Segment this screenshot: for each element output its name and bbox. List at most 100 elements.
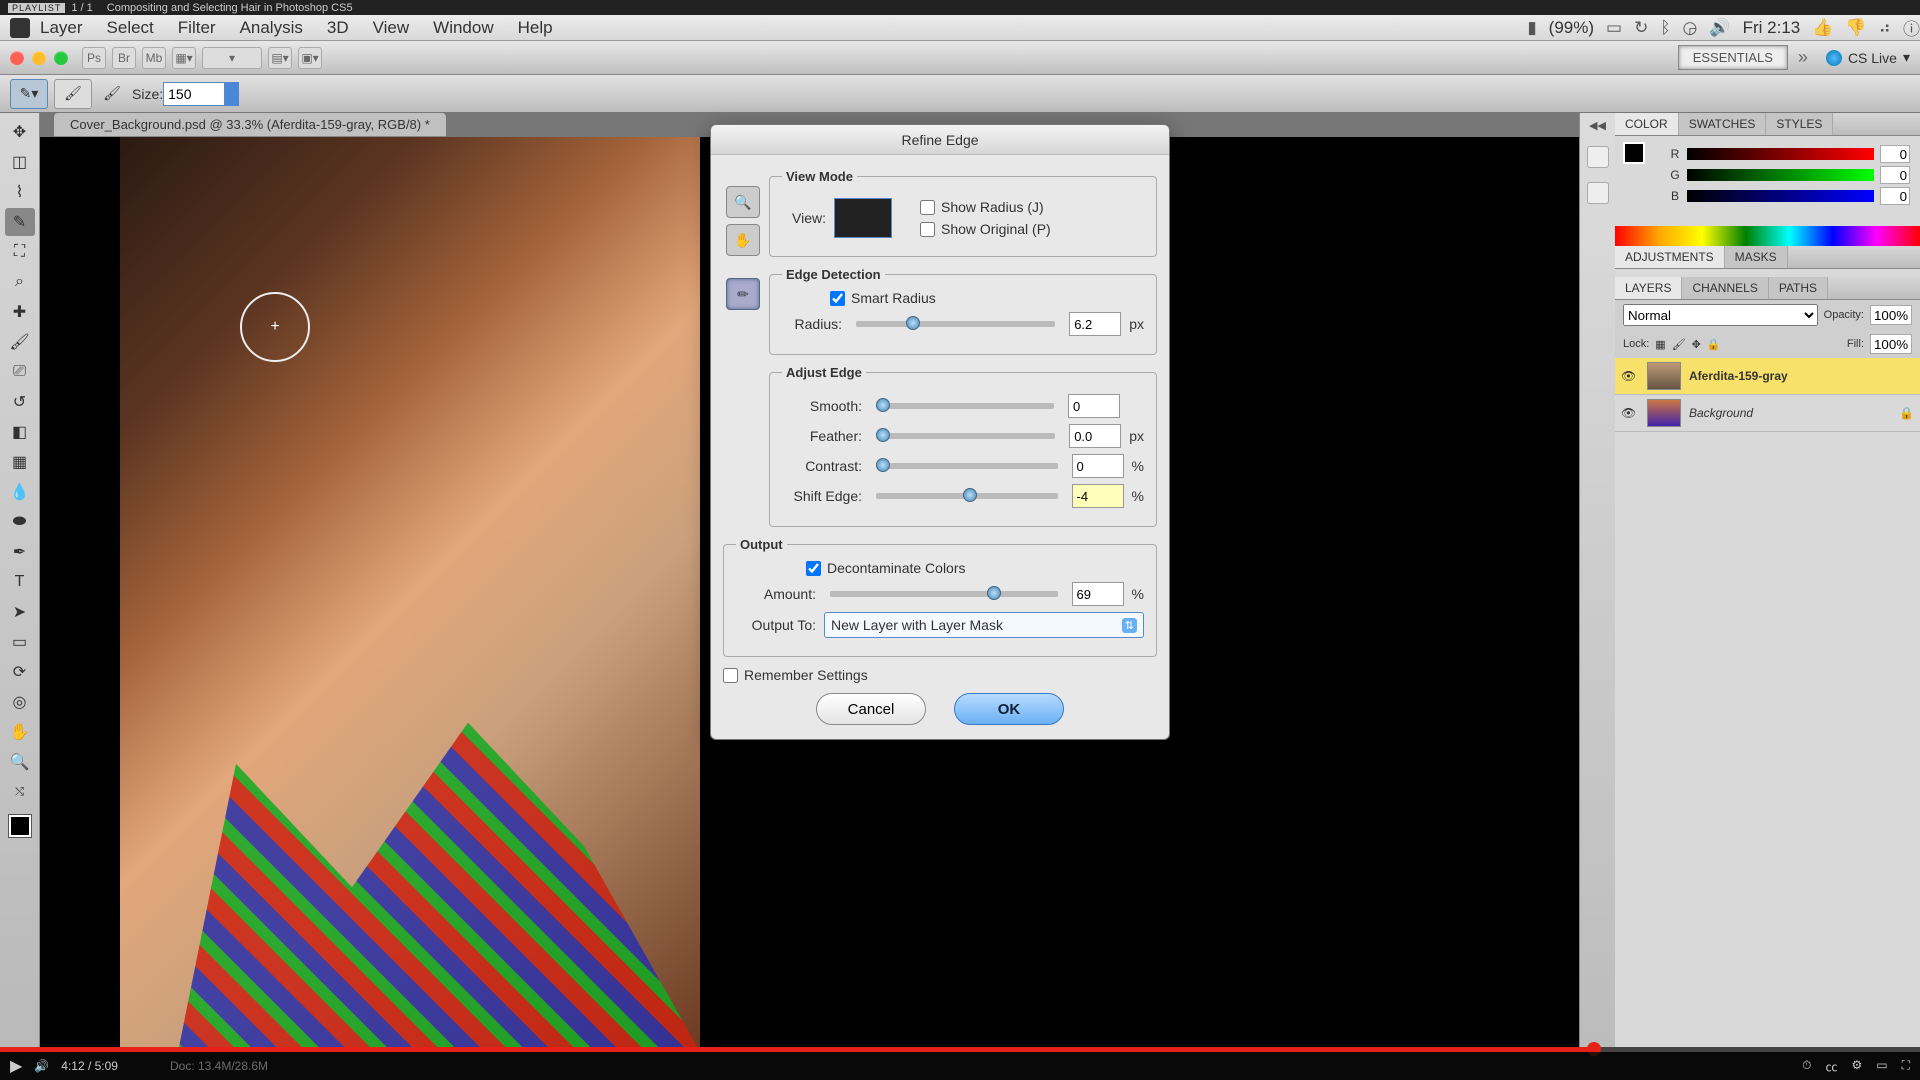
tab-masks[interactable]: MASKS [1725, 246, 1788, 268]
amount-input[interactable] [1072, 582, 1124, 606]
thumbs-down-icon[interactable]: 👎 [1845, 18, 1866, 38]
cancel-button[interactable]: Cancel [816, 693, 926, 725]
amount-slider[interactable] [830, 591, 1058, 597]
menu-filter[interactable]: Filter [178, 18, 216, 38]
contrast-input[interactable] [1072, 454, 1124, 478]
r-slider[interactable] [1687, 148, 1874, 160]
color-spectrum[interactable] [1615, 226, 1920, 246]
theater-mode-button[interactable]: ▭ [1876, 1058, 1887, 1075]
tab-adjustments[interactable]: ADJUSTMENTS [1615, 246, 1725, 268]
visibility-toggle-icon[interactable]: 👁 [1621, 369, 1639, 383]
output-to-select[interactable]: New Layer with Layer Mask ⇅ [824, 612, 1144, 638]
lock-pixels-icon[interactable]: 🖌 [1672, 338, 1686, 351]
marquee-tool[interactable]: ◫ [5, 148, 35, 176]
lock-transparency-icon[interactable]: ▦ [1655, 338, 1665, 351]
rectangle-tool[interactable]: ▭ [5, 628, 35, 656]
visibility-toggle-icon[interactable]: 👁 [1621, 406, 1639, 420]
fullscreen-button[interactable]: ⛶ [1902, 1058, 1910, 1075]
feather-slider[interactable] [876, 433, 1055, 439]
contrast-slider[interactable] [876, 463, 1058, 469]
window-close-button[interactable] [10, 51, 24, 65]
layer-row[interactable]: 👁 Aferdita-159-gray [1615, 358, 1920, 395]
refine-radius-tool-button[interactable]: ✎▾ [10, 79, 48, 109]
remember-settings-checkbox[interactable]: Remember Settings [723, 667, 1157, 683]
layer-thumbnail[interactable] [1647, 362, 1681, 390]
window-zoom-button[interactable] [54, 51, 68, 65]
quick-selection-tool[interactable]: ✎ [5, 208, 35, 236]
play-button[interactable]: ▶ [10, 1056, 22, 1076]
radius-input[interactable] [1069, 312, 1121, 336]
watch-later-button[interactable]: ⏱ [1802, 1058, 1811, 1075]
info-icon[interactable]: ⓘ [1903, 15, 1920, 40]
share-icon[interactable]: ⠴ [1879, 18, 1891, 38]
zoom-tool[interactable]: 🔍 [5, 748, 35, 776]
layer-row[interactable]: 👁 Background 🔒 [1615, 395, 1920, 432]
ok-button[interactable]: OK [954, 693, 1064, 725]
r-input[interactable] [1880, 145, 1910, 163]
info-panel-icon[interactable] [1587, 182, 1609, 204]
layer-name[interactable]: Background [1689, 406, 1753, 420]
swap-colors-icon[interactable]: ⤭ [5, 778, 35, 806]
feather-input[interactable] [1069, 424, 1121, 448]
tab-styles[interactable]: STYLES [1766, 113, 1833, 135]
zoom-dropdown[interactable]: ▾ [202, 47, 262, 69]
thumbs-up-icon[interactable]: 👍 [1812, 18, 1833, 38]
eraser-tool[interactable]: ◧ [5, 418, 35, 446]
arrange-docs-button[interactable]: ▤▾ [268, 47, 292, 69]
smart-radius-checkbox[interactable]: Smart Radius [830, 290, 1144, 306]
workspace-essentials[interactable]: ESSENTIALS [1678, 45, 1788, 70]
workspace-overflow-icon[interactable]: » [1798, 47, 1808, 68]
clone-stamp-tool[interactable]: ⎚ [5, 358, 35, 386]
menu-window[interactable]: Window [433, 18, 493, 38]
dodge-tool[interactable]: ⬬ [5, 508, 35, 536]
brush-preset-button[interactable]: 🖌 [54, 79, 92, 109]
decontaminate-colors-checkbox[interactable]: Decontaminate Colors [806, 560, 1144, 576]
history-panel-icon[interactable] [1587, 146, 1609, 168]
brush-options-icon[interactable]: 🖌 [98, 79, 126, 109]
move-tool[interactable]: ✥ [5, 118, 35, 146]
g-input[interactable] [1880, 166, 1910, 184]
window-minimize-button[interactable] [32, 51, 46, 65]
g-slider[interactable] [1687, 169, 1874, 181]
tab-layers[interactable]: LAYERS [1615, 277, 1682, 299]
fg-color-swatch[interactable] [1623, 142, 1645, 164]
crop-tool[interactable]: ⛶ [5, 238, 35, 266]
opacity-input[interactable] [1870, 305, 1912, 325]
menu-3d[interactable]: 3D [327, 18, 349, 38]
shift-edge-slider[interactable] [876, 493, 1058, 499]
3d-orbit-tool[interactable]: ◎ [5, 688, 35, 716]
show-radius-checkbox[interactable]: Show Radius (J) [920, 199, 1051, 215]
healing-brush-tool[interactable]: ✚ [5, 298, 35, 326]
cs-live-button[interactable]: CS Live ▾ [1826, 49, 1910, 66]
fill-input[interactable] [1870, 334, 1912, 354]
menu-layer[interactable]: Layer [40, 18, 83, 38]
minibridge-button[interactable]: Mb [142, 47, 166, 69]
shift-edge-input[interactable] [1072, 484, 1124, 508]
blend-mode-select[interactable]: Normal [1623, 304, 1818, 326]
layer-thumbnail[interactable] [1647, 399, 1681, 427]
lasso-tool[interactable]: ⌇ [5, 178, 35, 206]
b-slider[interactable] [1687, 190, 1874, 202]
settings-gear-icon[interactable]: ⚙ [1851, 1058, 1862, 1075]
menu-select[interactable]: Select [107, 18, 154, 38]
menu-analysis[interactable]: Analysis [240, 18, 303, 38]
brush-tool[interactable]: 🖌 [5, 328, 35, 356]
bridge-button[interactable]: Br [112, 47, 136, 69]
volume-button[interactable]: 🔊 [34, 1059, 49, 1073]
tab-channels[interactable]: CHANNELS [1682, 277, 1768, 299]
view-extras-button[interactable]: ▦▾ [172, 47, 196, 69]
path-selection-tool[interactable]: ➤ [5, 598, 35, 626]
history-brush-tool[interactable]: ↺ [5, 388, 35, 416]
zoom-tool-button[interactable]: 🔍 [726, 186, 760, 218]
smooth-slider[interactable] [876, 403, 1054, 409]
eyedropper-tool[interactable]: ⌕ [5, 268, 35, 296]
refine-radius-brush-button[interactable]: ✏ [726, 278, 760, 310]
type-tool[interactable]: T [5, 568, 35, 596]
lock-all-icon[interactable]: 🔒 [1707, 338, 1721, 351]
document-tab[interactable]: Cover_Background.psd @ 33.3% (Aferdita-1… [54, 113, 446, 137]
captions-button[interactable]: ㏄ [1825, 1058, 1837, 1075]
brush-size-input[interactable] [163, 82, 225, 106]
show-original-checkbox[interactable]: Show Original (P) [920, 221, 1051, 237]
radius-slider[interactable] [856, 321, 1055, 327]
hand-tool-button[interactable]: ✋ [726, 224, 760, 256]
